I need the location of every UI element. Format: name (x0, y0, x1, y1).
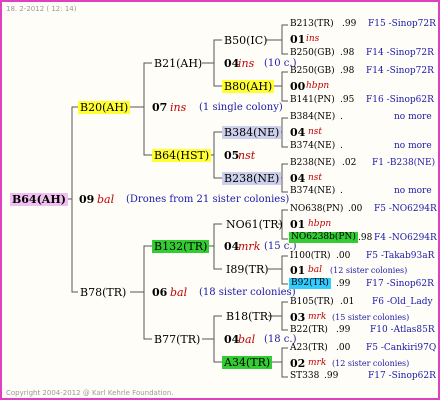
g5-name[interactable]: NO638(PN) (290, 205, 343, 214)
g5-year: mrk (308, 312, 327, 322)
g4-b384-year: nst (238, 149, 256, 162)
g4-i89[interactable]: I89(TR) (226, 264, 269, 275)
g5-gen: 01 (290, 33, 306, 46)
g5-ref: F6 -Old_Lady (372, 297, 433, 307)
g5-note: (15 sister colonies) (332, 313, 410, 322)
g4-no61[interactable]: NO61(TR) (226, 219, 283, 230)
g4-b18-year: bal (238, 333, 256, 346)
g5-name[interactable]: I100(TR) (290, 252, 331, 261)
g5-pct: .95 (340, 95, 355, 105)
g5-year: mrk (308, 358, 327, 368)
g5-pct: . (340, 186, 343, 196)
g4-b384[interactable]: B384(NE) (222, 126, 282, 139)
g5-gen: 01 (290, 218, 306, 231)
g5-ref: F10 -Atlas85R (370, 325, 435, 335)
g5-name[interactable]: ST338 (290, 372, 319, 381)
g5-name[interactable]: B92(TR) (289, 278, 331, 289)
g5-ref: F14 -Sinop72R (366, 66, 434, 76)
g5-name[interactable]: B250(GB) (290, 67, 335, 76)
g4-b80[interactable]: B80(AH) (222, 80, 275, 93)
g5-note: (12 sister colonies) (330, 266, 408, 275)
g5-ref: no more (394, 112, 432, 122)
g5-year: nst (308, 127, 323, 137)
g5-name[interactable]: B374(NE) (290, 187, 335, 196)
root-note: (Drones from 21 sister colonies) (126, 194, 290, 205)
g4-a34[interactable]: A34(TR) (222, 356, 273, 369)
g5-gen: 01 (290, 264, 306, 277)
g5-pct: .98 (358, 233, 373, 243)
g5-ref: no more (394, 186, 432, 196)
g5-gen: 04 (290, 126, 306, 139)
g5-name[interactable]: B384(NE) (290, 113, 335, 122)
g4-b238[interactable]: B238(NE) (222, 172, 282, 185)
g5-ref: F1 -B238(NE) (372, 158, 436, 168)
g5-ref: F5 -NO6294R (374, 204, 437, 214)
g5-pct: .00 (348, 204, 363, 214)
g5-ref: F14 -Sinop72R (366, 48, 434, 58)
father-year: bal (170, 286, 188, 299)
root-queen[interactable]: B64(AH) (10, 193, 68, 206)
g5-ref: no more (394, 141, 432, 151)
g5-ref: F16 -Sinop62R (366, 95, 434, 105)
g5-pct: .98 (340, 48, 355, 58)
g5-ref: F17 -Sinop62R (366, 279, 434, 289)
g4-b18[interactable]: B18(TR) (226, 311, 272, 322)
g3-b77[interactable]: B77(TR) (154, 334, 200, 345)
g5-ref: F5 -Cankiri97Q (366, 343, 437, 353)
g5-pct: .99 (324, 371, 339, 381)
g5-gen: 00 (290, 80, 306, 93)
g5-ref: F15 -Sinop72R (368, 19, 436, 29)
g4-b50[interactable]: B50(IC) (224, 35, 267, 46)
g4-no61-year: mrk (238, 240, 261, 253)
g5-pct: .00 (336, 343, 351, 353)
g3-b64hst[interactable]: B64(HST) (152, 149, 212, 162)
g5-year: nst (308, 173, 323, 183)
g5-pct: . (340, 141, 343, 151)
mother-note: (1 single colony) (199, 102, 283, 113)
mother-generation: 07 (152, 101, 168, 114)
g5-ref: F5 -Takab93aR (366, 251, 435, 261)
g5-year: bal (308, 265, 323, 275)
g5-name[interactable]: B374(NE) (290, 142, 335, 151)
g5-name[interactable]: B213(TR) (290, 20, 334, 29)
g5-year: hbpn (306, 81, 330, 91)
g5-year: hbpn (308, 219, 332, 229)
g5-name[interactable]: A23(TR) (290, 344, 328, 353)
g3-b132[interactable]: B132(TR) (152, 240, 210, 253)
g5-pct: .99 (336, 279, 351, 289)
root-generation: 09 (79, 193, 95, 206)
g5-gen: 04 (290, 172, 306, 185)
g5-ref: F4 -NO6294R (374, 233, 437, 243)
g5-name[interactable]: B250(GB) (290, 49, 335, 58)
g5-name[interactable]: B141(PN) (290, 96, 335, 105)
g5-name[interactable]: NO6238b(PN) (289, 232, 358, 243)
g5-gen: 02 (290, 357, 306, 370)
father-generation: 06 (152, 286, 168, 299)
g4-b50-year: ins (238, 57, 255, 70)
father-note: (18 sister colonies) (199, 287, 296, 298)
father-drone[interactable]: B78(TR) (80, 287, 126, 298)
g5-pct: .98 (340, 66, 355, 76)
root-year: bal (97, 193, 115, 206)
g5-ref: F17 -Sinop62R (368, 371, 436, 381)
g5-pct: .99 (336, 325, 351, 335)
g5-pct: .00 (336, 251, 351, 261)
g5-year: ins (306, 34, 320, 44)
g5-gen: 03 (290, 311, 306, 324)
g5-name[interactable]: B105(TR) (290, 298, 334, 307)
mother-queen[interactable]: B20(AH) (78, 101, 131, 114)
g5-note: (12 sister colonies) (332, 359, 410, 368)
g5-pct: .01 (340, 297, 355, 307)
g5-pct: .99 (342, 19, 357, 29)
mother-year: ins (170, 101, 187, 114)
g5-pct: .02 (342, 158, 357, 168)
g3-b21[interactable]: B21(AH) (154, 58, 202, 69)
g5-name[interactable]: B22(TR) (290, 326, 328, 335)
g5-name[interactable]: B238(NE) (290, 159, 335, 168)
pedigree-frame: 18. 2-2012 ( 12: 14) Copyright 2004-2012… (0, 0, 440, 400)
g5-pct: . (340, 112, 343, 122)
